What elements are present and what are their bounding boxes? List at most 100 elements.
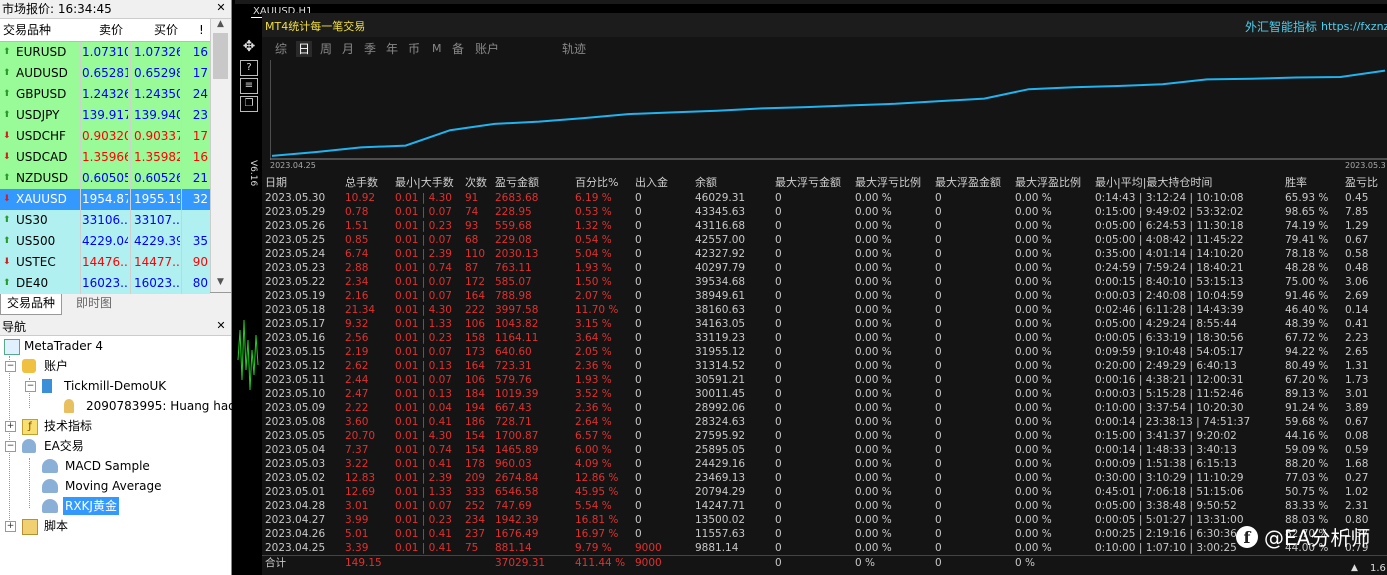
column-divider: [130, 105, 131, 126]
tab-magic[interactable]: M: [432, 41, 442, 57]
brand-url[interactable]: https://fxznzb: [1321, 20, 1387, 34]
table-cell: 0: [635, 304, 642, 316]
table-cell: 98.65 %: [1285, 206, 1329, 218]
table-cell: 2.64 %: [575, 416, 612, 428]
tab-track[interactable]: 轨迹: [562, 41, 586, 57]
table-cell: 3.39: [345, 542, 369, 554]
close-icon[interactable]: ✕: [215, 320, 227, 332]
table-cell: 747.69: [495, 500, 532, 512]
tab-symbols[interactable]: 交易品种: [0, 293, 63, 315]
expand-icon[interactable]: +: [5, 521, 16, 532]
table-cell: 2023.05.10: [265, 388, 326, 400]
scroll-thumb[interactable]: [213, 33, 228, 79]
column-divider: [130, 210, 131, 231]
collapse-icon[interactable]: −: [5, 361, 16, 372]
table-cell: 78.18 %: [1285, 248, 1329, 260]
symbol-row-usdchf[interactable]: ⬇ USDCHF 0.90320 0.90337 17: [0, 126, 210, 147]
table-cell: 24429.16: [695, 458, 746, 470]
table-cell: 12.86 %: [575, 472, 619, 484]
table-cell: 0.58: [1345, 248, 1369, 260]
table-cell: 0: [775, 290, 782, 302]
ask-price: 0.60526: [134, 171, 180, 185]
tab-week[interactable]: 周: [320, 41, 332, 57]
symbol-row-ustec[interactable]: ⬇ USTEC 14476... 14477... 90: [0, 252, 210, 273]
table-cell: 0.00 %: [855, 402, 892, 414]
table-cell: 1676.49: [495, 528, 539, 540]
symbol-row-nzdusd[interactable]: ⬆ NZDUSD 0.60505 0.60526 21: [0, 168, 210, 189]
table-cell: 31955.12: [695, 346, 746, 358]
table-cell: 0.85: [345, 234, 369, 246]
table-cell: 88.20 %: [1285, 458, 1329, 470]
table-cell: 0: [935, 388, 942, 400]
table-cell: 3.52 %: [575, 388, 612, 400]
table-cell: 0: [635, 458, 642, 470]
symbol-row-usdcad[interactable]: ⬇ USDCAD 1.35966 1.35982 16: [0, 147, 210, 168]
table-cell: 0: [935, 360, 942, 372]
scroll-up-icon[interactable]: ▲: [212, 19, 229, 33]
column-divider: [130, 189, 131, 210]
window-icon[interactable]: ❐: [240, 96, 258, 112]
scroll-down-icon[interactable]: ▼: [212, 277, 229, 291]
collapse-icon[interactable]: −: [5, 441, 16, 452]
header-symbol[interactable]: 交易品种: [3, 19, 51, 41]
table-cell: 40297.79: [695, 262, 746, 274]
tab-tick-chart[interactable]: 即时图: [70, 293, 118, 314]
header-bid[interactable]: 卖价: [99, 19, 123, 41]
help-icon[interactable]: ?: [240, 60, 258, 76]
expand-icon[interactable]: +: [5, 421, 16, 432]
table-cell: 12.83: [345, 472, 376, 484]
move-icon[interactable]: ✥: [241, 38, 257, 54]
table-cell: 723.31: [495, 360, 532, 372]
table-cell: 0: [635, 220, 642, 232]
table-cell: 0:20:00 | 2:49:29 | 6:40:13: [1095, 360, 1237, 372]
column-header: 最大浮盈比例: [1015, 176, 1081, 189]
table-cell: 154: [465, 444, 486, 456]
table-cell: 0: [935, 206, 942, 218]
ask-price: 14477...: [134, 255, 180, 269]
tab-account[interactable]: 账户: [475, 41, 499, 57]
table-cell: 0.00 %: [1015, 248, 1052, 260]
table-cell: 0: [775, 318, 782, 330]
tab-quarter[interactable]: 季: [364, 41, 376, 57]
symbol-row-xauusd[interactable]: ⬇ XAUUSD 1954.87 1955.19 32: [0, 189, 210, 210]
table-cell: 0.00 %: [1015, 500, 1052, 512]
symbol-row-eurusd[interactable]: ⬆ EURUSD 1.07310 1.07326 16: [0, 42, 210, 63]
table-cell: 186: [465, 416, 486, 428]
symbol-row-audusd[interactable]: ⬆ AUDUSD 0.65281 0.65298 17: [0, 63, 210, 84]
table-cell: 2023.05.23: [265, 262, 326, 274]
table-cell: 6.19 %: [575, 192, 612, 204]
header-ask[interactable]: 买价: [154, 19, 178, 41]
symbol-row-us500[interactable]: ⬆ US500 4229.04 4229.39 35: [0, 231, 210, 252]
table-cell: 45.95 %: [575, 486, 619, 498]
table-cell: 0.00 %: [1015, 416, 1052, 428]
table-cell: 0:15:00 | 3:41:37 | 9:20:02: [1095, 430, 1237, 442]
table-cell: 77.03 %: [1285, 472, 1329, 484]
close-icon[interactable]: ✕: [215, 2, 227, 14]
tab-year[interactable]: 年: [386, 41, 398, 57]
symbol-name: DE40: [16, 276, 49, 290]
table-cell: 0.01 | 0.07: [395, 500, 452, 512]
table-cell: 0:24:59 | 7:59:24 | 18:40:21: [1095, 262, 1244, 274]
tab-day[interactable]: 日: [296, 41, 313, 57]
symbol-row-us30[interactable]: ⬆ US30 33106... 33107...: [0, 210, 210, 231]
collapse-icon[interactable]: −: [25, 381, 36, 392]
scrollbar[interactable]: ▲ ▼: [210, 19, 231, 292]
list-icon[interactable]: ≡: [240, 78, 258, 94]
table-row: 2023.05.05 20.70 0.01 | 4.30 154 1700.87 6.57…: [262, 429, 1387, 443]
tab-month[interactable]: 月: [342, 41, 354, 57]
table-cell: 0: [935, 458, 942, 470]
table-cell: 0: [935, 486, 942, 498]
table-cell: 48.39 %: [1285, 318, 1329, 330]
tab-notes[interactable]: 备: [452, 41, 464, 57]
table-cell: 0:05:00 | 4:08:42 | 11:45:22: [1095, 234, 1244, 246]
table-cell: 0.01 | 0.07: [395, 276, 452, 288]
symbol-row-gbpusd[interactable]: ⬆ GBPUSD 1.24326 1.24350 24: [0, 84, 210, 105]
spread-value: 35: [192, 234, 208, 248]
tab-currency[interactable]: 币: [408, 41, 420, 57]
symbol-row-usdjpy[interactable]: ⬆ USDJPY 139.917 139.940 23: [0, 105, 210, 126]
header-spread[interactable]: !: [199, 19, 204, 41]
table-row: 2023.05.23 2.88 0.01 | 0.74 87 763.11 1.93 % 0…: [262, 261, 1387, 275]
table-cell: 30591.21: [695, 374, 746, 386]
symbol-row-de40[interactable]: ⬆ DE40 16023... 16023... 80: [0, 273, 210, 294]
tab-summary[interactable]: 综: [275, 41, 287, 57]
